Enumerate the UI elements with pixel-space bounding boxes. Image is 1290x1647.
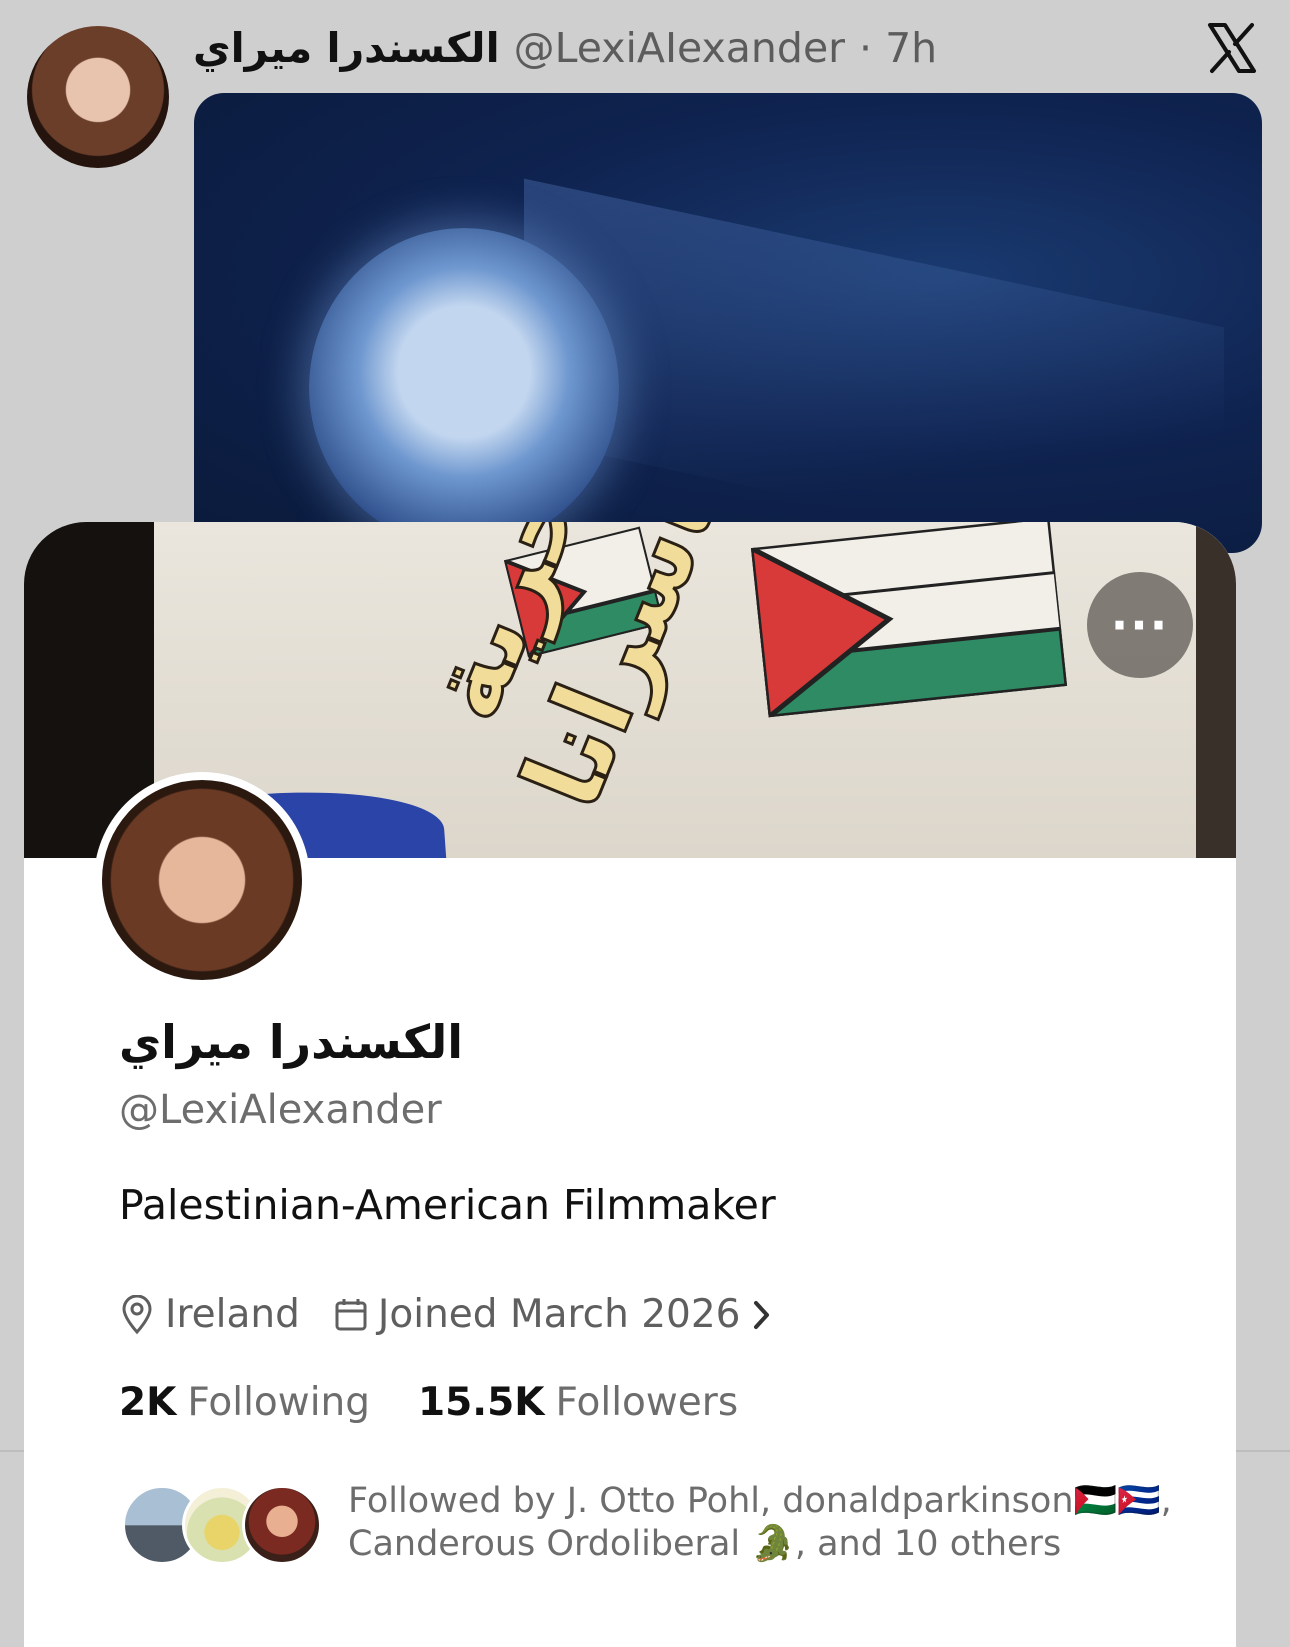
following-count: 2K <box>119 1380 177 1425</box>
followers-label: Followers <box>555 1380 739 1425</box>
following-link[interactable]: 2K Following <box>119 1380 370 1425</box>
more-options-button[interactable]: ··· <box>1087 572 1193 678</box>
followers-count: 15.5K <box>418 1380 545 1425</box>
light-beam <box>524 178 1224 553</box>
profile-bio: Palestinian-American Filmmaker <box>119 1181 776 1229</box>
profile-stats: 2K Following 15.5K Followers <box>119 1380 738 1425</box>
profile-avatar[interactable] <box>94 772 310 988</box>
followed-by-text[interactable]: Followed by J. Otto Pohl, donaldparkinso… <box>348 1480 1178 1566</box>
banner-graffiti-text: الحرية لأسرانا <box>398 522 756 826</box>
projected-portrait-image <box>309 228 619 548</box>
tweet-timestamp[interactable]: · 7h <box>859 24 937 72</box>
x-logo-icon[interactable] <box>1206 22 1258 74</box>
profile-card[interactable]: الحرية لأسرانا ··· الكسندرا ميراي @LexiA… <box>24 522 1236 1647</box>
profile-meta-row: Ireland Joined March 2026 <box>119 1292 773 1337</box>
follower-avatar <box>242 1485 322 1565</box>
palestine-flag-graffiti-large <box>750 522 1068 718</box>
profile-location: Ireland <box>165 1292 300 1337</box>
more-icon: ··· <box>1110 598 1170 652</box>
tweet-author-handle[interactable]: @LexiAIexander <box>514 24 845 72</box>
chevron-right-icon[interactable] <box>751 1298 773 1332</box>
location-pin-icon <box>122 1294 152 1334</box>
tweet-author-name[interactable]: الكسندرا ميراي <box>193 24 500 72</box>
tweet-header: الكسندرا ميراي @LexiAIexander · 7h <box>193 18 937 78</box>
followers-link[interactable]: 15.5K Followers <box>418 1380 738 1425</box>
profile-display-name[interactable]: الكسندرا ميراي <box>119 1015 463 1069</box>
profile-handle[interactable]: @LexiAlexander <box>119 1087 442 1133</box>
profile-joined-date[interactable]: Joined March 2026 <box>378 1292 741 1337</box>
tweet-media-image[interactable] <box>194 93 1262 553</box>
followed-by-line: Followed by J. Otto Pohl, donaldparkinso… <box>348 1481 1172 1521</box>
calendar-icon <box>335 1298 367 1330</box>
following-label: Following <box>187 1380 371 1425</box>
followed-by-line: Canderous Ordoliberal 🐊, and 10 others <box>348 1524 1062 1564</box>
tweet-author-avatar[interactable] <box>27 26 169 168</box>
followed-by-avatars[interactable] <box>122 1485 322 1565</box>
banner-shadow-right <box>1196 522 1236 858</box>
